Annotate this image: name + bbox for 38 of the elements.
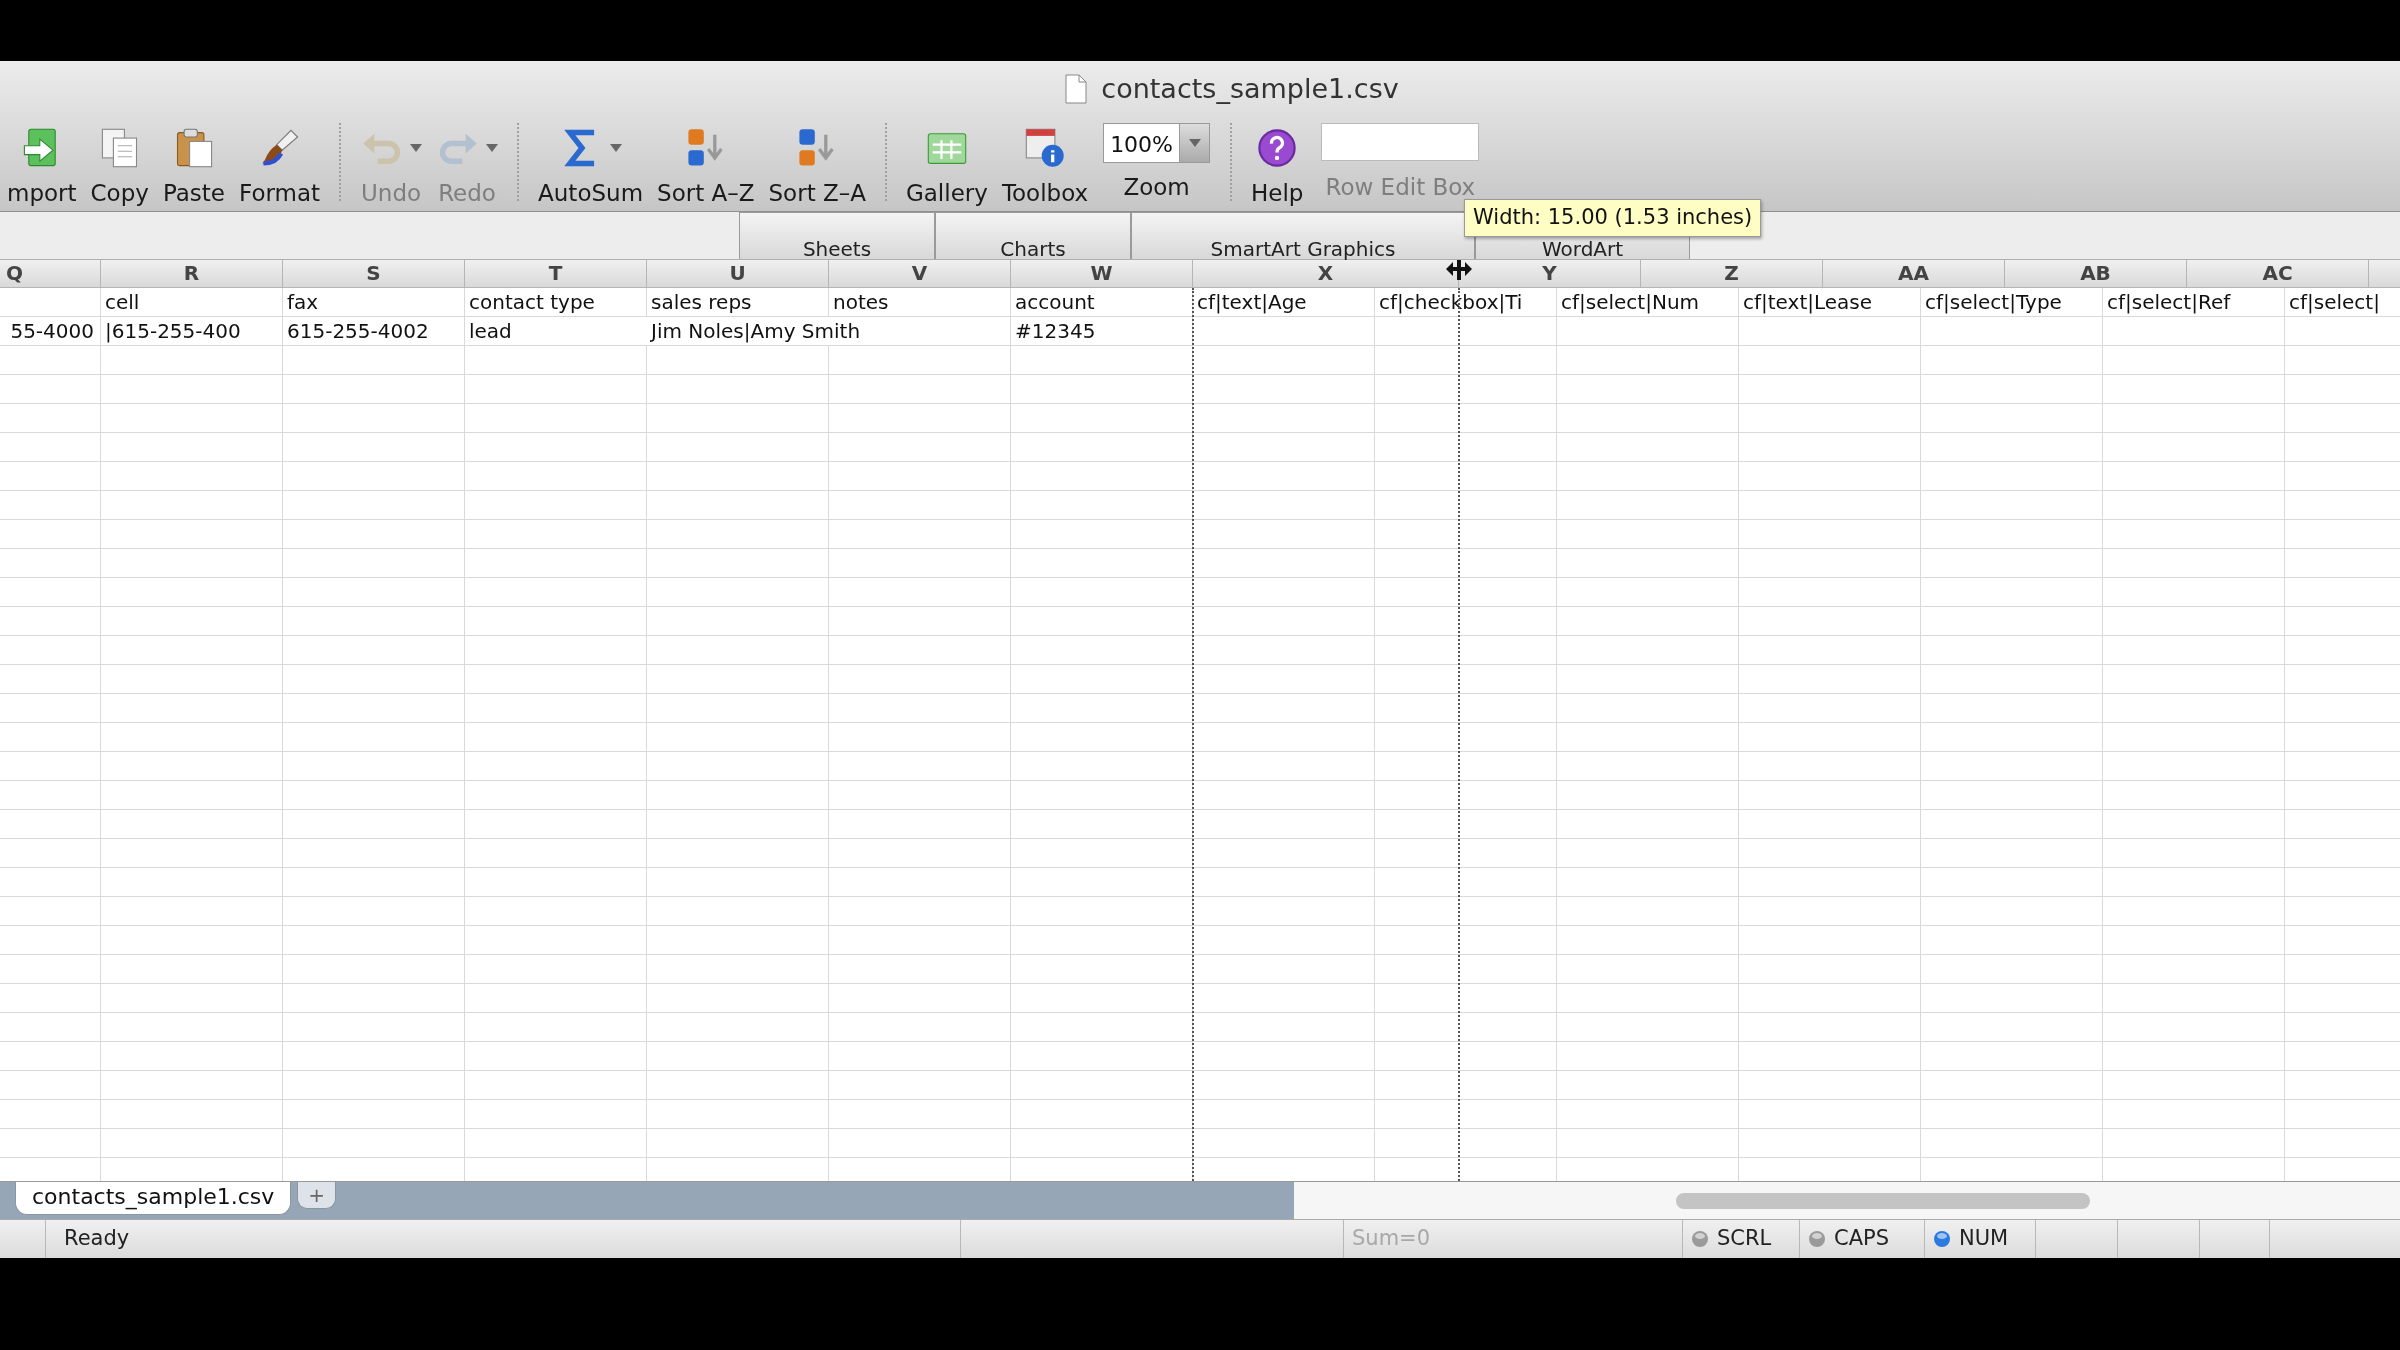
column-header: V <box>829 260 1011 287</box>
table-cell-text: cf|select|Ref <box>2106 289 2232 316</box>
indicator-label: NUM <box>1959 1225 2009 1253</box>
column-header: AC <box>2187 260 2369 287</box>
table-cell-text: cf|text|Age <box>1196 289 1308 316</box>
indicator-label: CAPS <box>1834 1225 1890 1253</box>
status-text: Ready <box>63 1225 130 1253</box>
table-cell-text: contact type <box>468 289 596 316</box>
column-header: U <box>647 260 829 287</box>
column-header: R <box>101 260 283 287</box>
table-cell-text: fax <box>286 289 320 316</box>
table-cell-text: cf|select| <box>2288 289 2381 316</box>
tooltip: Width: 15.00 (1.53 inches) <box>1464 199 1762 237</box>
column-header: Q <box>0 260 101 287</box>
table-cell-text: account <box>1014 289 1096 316</box>
table-cell-text: #12345 <box>1014 318 1097 345</box>
table-cell-text: cf|text|Lease <box>1742 289 1874 316</box>
indicator-label: SCRL <box>1717 1225 1772 1253</box>
column-header: W <box>1011 260 1193 287</box>
table-cell-text: |615-255-400 <box>104 318 242 345</box>
column-header: AB <box>2005 260 2187 287</box>
column-header: T <box>465 260 647 287</box>
column-header: AA <box>1823 260 2005 287</box>
table-cell-text: 615-255-4002 <box>286 318 430 345</box>
table-cell-text: cf|select|Num <box>1560 289 1701 316</box>
table-cell-text: cf|select|Type <box>1924 289 2063 316</box>
table-cell-text: cell <box>104 289 141 316</box>
window-title: contacts_sample1.csv <box>1101 71 1399 106</box>
table-cell-text: sales reps <box>650 289 753 316</box>
toolbar-label: Row Edit Box <box>1324 173 1477 201</box>
table-cell-text: cf|checkbox|Ti <box>1378 289 1524 316</box>
toolbar-label: Zoom <box>1122 173 1191 201</box>
table-cell-text: notes <box>832 289 890 316</box>
table-cell-text: lead <box>468 318 513 345</box>
column-header: S <box>283 260 465 287</box>
column-header: Z <box>1641 260 1823 287</box>
table-cell-text: 55-4000 <box>9 318 95 345</box>
sum-text: Sum=0 <box>1352 1225 1431 1253</box>
